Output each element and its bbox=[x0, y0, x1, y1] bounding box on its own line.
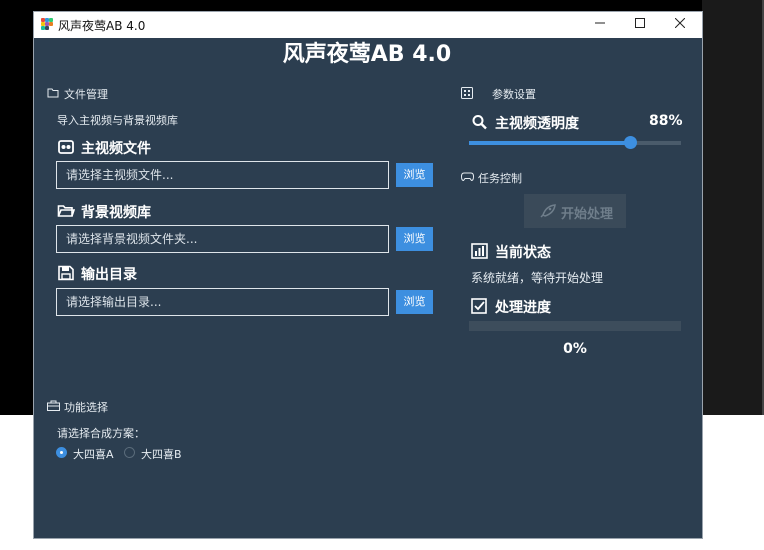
bar-chart-icon bbox=[471, 243, 488, 259]
start-processing-button[interactable]: 开始处理 bbox=[524, 194, 626, 228]
opacity-slider[interactable] bbox=[469, 136, 681, 149]
gamepad-icon bbox=[461, 172, 474, 182]
title-bar[interactable]: 风声夜莺AB 4.0 bbox=[34, 12, 702, 38]
magnifier-icon bbox=[472, 115, 487, 130]
window-title: 风声夜莺AB 4.0 bbox=[58, 19, 146, 33]
grid-icon bbox=[461, 87, 473, 99]
page-title: 风声夜莺AB 4.0 bbox=[282, 42, 452, 67]
radio-unselected-indicator[interactable] bbox=[124, 447, 135, 458]
minimize-button[interactable] bbox=[580, 12, 620, 38]
maximize-button[interactable] bbox=[620, 12, 660, 38]
main-video-input[interactable] bbox=[56, 161, 389, 189]
close-icon bbox=[674, 17, 686, 29]
progress-percent: 0% bbox=[563, 341, 587, 357]
rocket-icon bbox=[540, 204, 556, 218]
save-disk-icon bbox=[58, 265, 74, 281]
toolbox-icon bbox=[47, 400, 60, 411]
file-section-hint: 导入主视频与背景视频库 bbox=[57, 114, 178, 127]
close-button[interactable] bbox=[660, 12, 700, 38]
app-logo-icon bbox=[41, 18, 53, 30]
main-video-browse-button[interactable]: 浏览 bbox=[396, 163, 433, 187]
output-dir-browse-button[interactable]: 浏览 bbox=[396, 290, 433, 314]
bg-library-browse-button[interactable]: 浏览 bbox=[396, 227, 433, 251]
checkbox-checked-icon bbox=[471, 298, 487, 314]
maximize-icon bbox=[635, 18, 645, 28]
radio-selected-indicator[interactable] bbox=[56, 447, 67, 458]
function-prompt: 请选择合成方案： bbox=[57, 427, 145, 440]
opacity-slider-fill bbox=[469, 141, 631, 145]
folder-icon bbox=[47, 88, 59, 98]
progress-bar bbox=[469, 321, 681, 331]
opacity-value: 88% bbox=[649, 113, 683, 129]
output-dir-input[interactable] bbox=[56, 288, 389, 316]
video-file-icon bbox=[58, 140, 74, 154]
open-folder-icon bbox=[57, 205, 75, 217]
bg-library-input[interactable] bbox=[56, 225, 389, 253]
status-text: 系统就绪，等待开始处理 bbox=[471, 271, 604, 285]
minimize-icon bbox=[595, 22, 605, 24]
